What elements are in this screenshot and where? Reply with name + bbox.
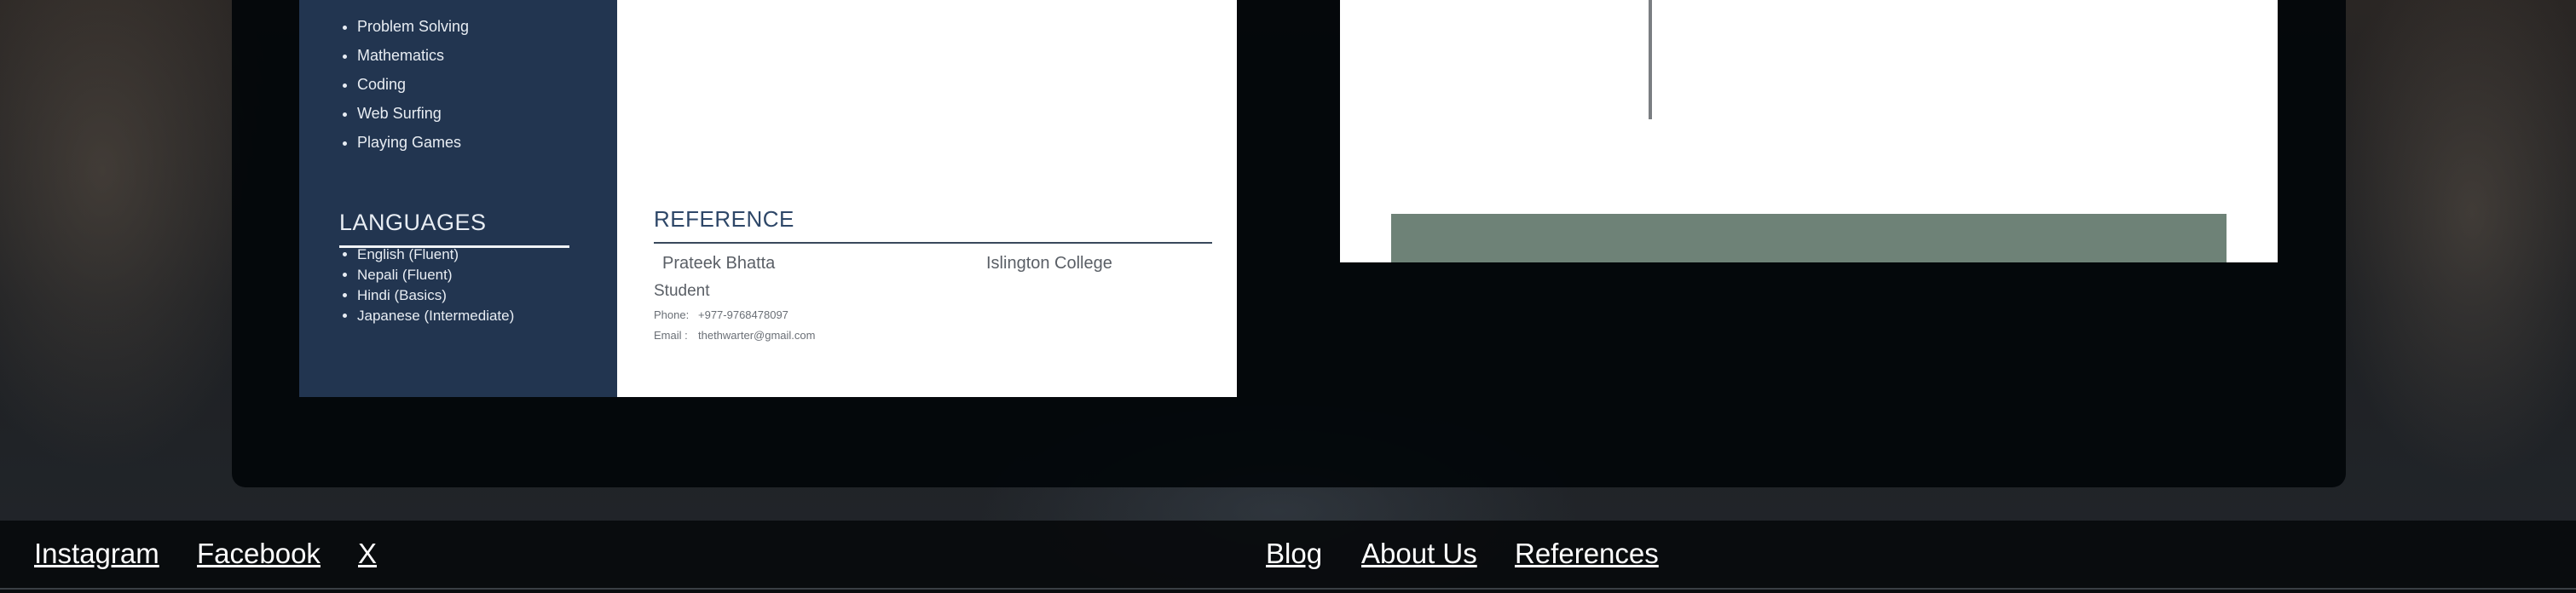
reference-name: Prateek Bhatta xyxy=(662,254,776,273)
languages-list: English (Fluent) Nepali (Fluent) Hindi (… xyxy=(340,245,514,326)
resume-main: REFERENCE Prateek Bhatta Islington Colle… xyxy=(617,0,1237,397)
resume-preview-1: Problem Solving Mathematics Coding Web S… xyxy=(299,0,1237,397)
divider xyxy=(0,588,2576,590)
email-value: thethwarter@gmail.com xyxy=(698,329,816,342)
reference-phone: Phone: +977-9768478097 xyxy=(654,308,788,321)
list-item: Japanese (Intermediate) xyxy=(357,306,514,326)
hobbies-list: Problem Solving Mathematics Coding Web S… xyxy=(340,12,469,157)
list-item: Nepali (Fluent) xyxy=(357,265,514,285)
footer-link-x[interactable]: X xyxy=(358,538,377,570)
email-label: Email : xyxy=(654,329,688,342)
resume-sidebar: Problem Solving Mathematics Coding Web S… xyxy=(299,0,617,397)
list-item: English (Fluent) xyxy=(357,245,514,265)
phone-value: +977-9768478097 xyxy=(698,308,788,321)
footer-link-facebook[interactable]: Facebook xyxy=(197,538,321,570)
list-item: Web Surfing xyxy=(357,99,469,128)
languages-heading: LANGUAGES xyxy=(339,210,487,235)
list-item: Playing Games xyxy=(357,128,469,157)
resume-preview-2 xyxy=(1340,0,2278,262)
footer-link-instagram[interactable]: Instagram xyxy=(34,538,159,570)
footer-link-about-us[interactable]: About Us xyxy=(1361,538,1477,570)
phone-label: Phone: xyxy=(654,308,690,321)
list-item: Coding xyxy=(357,70,469,99)
footer-link-blog[interactable]: Blog xyxy=(1266,538,1322,570)
footer-link-references[interactable]: References xyxy=(1515,538,1659,570)
timeline-divider xyxy=(1649,0,1652,119)
reference-role: Student xyxy=(654,282,710,300)
list-item: Problem Solving xyxy=(357,12,469,41)
reference-email: Email : thethwarter@gmail.com xyxy=(654,329,815,342)
reference-heading: REFERENCE xyxy=(654,206,794,232)
list-item: Mathematics xyxy=(357,41,469,70)
site-footer: Instagram Facebook X Blog About Us Refer… xyxy=(0,521,2576,593)
reference-organization: Islington College xyxy=(986,254,1112,273)
list-item: Hindi (Basics) xyxy=(357,285,514,306)
section-header-bar xyxy=(1391,214,2227,262)
divider xyxy=(654,242,1212,244)
